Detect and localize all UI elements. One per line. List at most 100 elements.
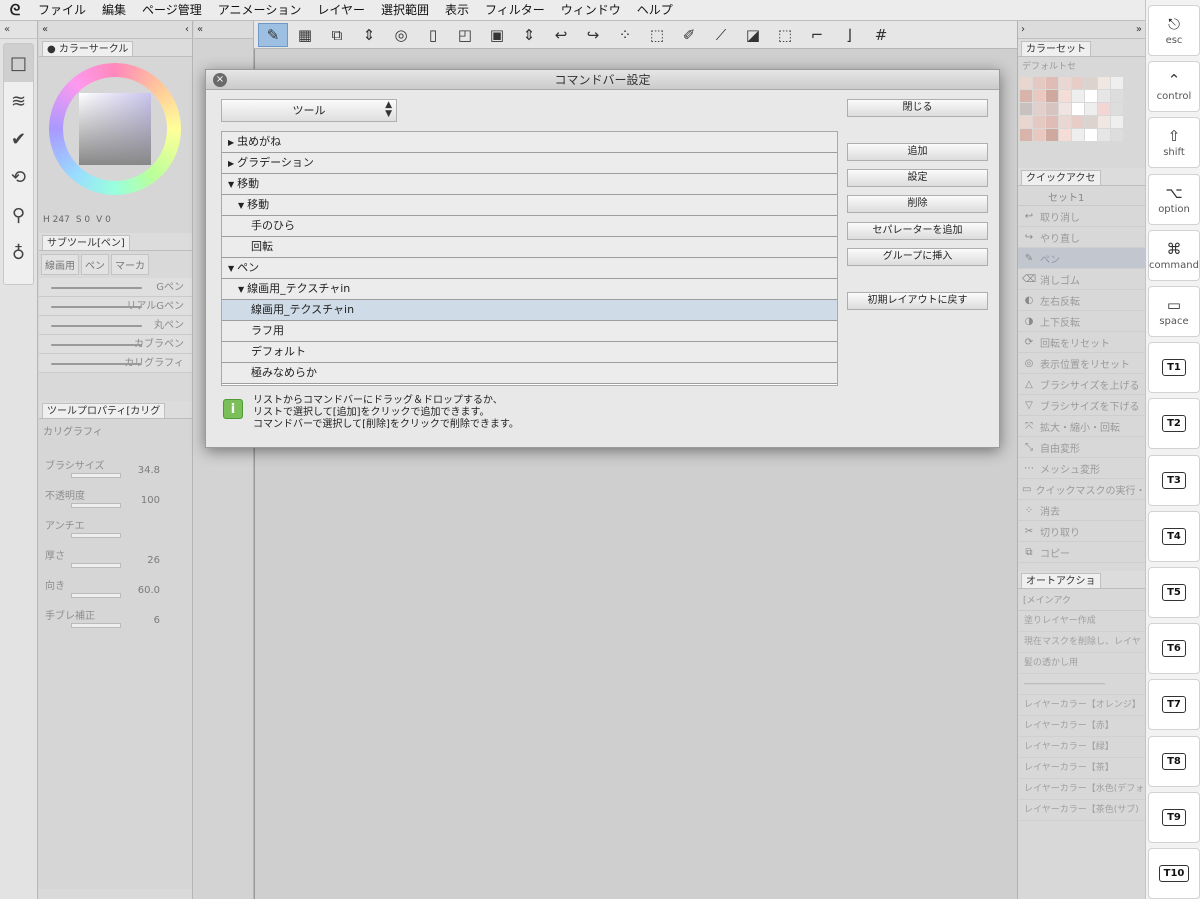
- expanded-arrow-icon[interactable]: ▼: [228, 180, 234, 189]
- color-swatch[interactable]: [1033, 129, 1045, 141]
- arrow-left-icon[interactable]: ‹: [185, 24, 189, 35]
- brush-item[interactable]: 丸ペン: [39, 316, 192, 335]
- collapsed-arrow-icon[interactable]: ▶: [228, 138, 234, 147]
- color-swatch[interactable]: [1111, 77, 1123, 89]
- expand-right-icon[interactable]: »: [1136, 24, 1142, 35]
- auto-action-set[interactable]: [メインアク: [1018, 589, 1145, 611]
- command-icon[interactable]: ▣: [482, 23, 512, 47]
- add-button[interactable]: 追加: [847, 143, 988, 161]
- auto-action-item[interactable]: 髪の透かし用: [1018, 653, 1145, 674]
- command-icon[interactable]: ⌐: [802, 23, 832, 47]
- property-row[interactable]: 不透明度 100: [39, 485, 192, 515]
- color-swatch[interactable]: [1033, 77, 1045, 89]
- color-swatch[interactable]: [1072, 116, 1084, 128]
- quick-access-item[interactable]: ◑ 上下反転: [1018, 311, 1145, 332]
- color-swatch[interactable]: [1085, 129, 1097, 141]
- auto-action-item[interactable]: レイヤーカラー【茶】: [1018, 758, 1145, 779]
- command-icon[interactable]: ⇕: [514, 23, 544, 47]
- key-t2[interactable]: T2: [1148, 398, 1200, 450]
- color-set-preset[interactable]: デフォルトセ: [1018, 57, 1145, 74]
- menu-item[interactable]: 選択範囲: [373, 0, 437, 21]
- color-swatch[interactable]: [1072, 103, 1084, 115]
- tree-row[interactable]: 極みなめらか: [222, 363, 837, 384]
- quick-access-item[interactable]: △ ブラシサイズを上げる: [1018, 374, 1145, 395]
- key-control[interactable]: ⌃ control: [1148, 61, 1200, 113]
- color-swatch[interactable]: [1111, 103, 1123, 115]
- command-icon[interactable]: ✐: [674, 23, 704, 47]
- tree-row[interactable]: ▼ 線画用_テクスチャin: [222, 279, 837, 300]
- tree-row[interactable]: ▼ 移動: [222, 195, 837, 216]
- color-swatch[interactable]: [1085, 103, 1097, 115]
- quick-access-set[interactable]: セット1: [1018, 186, 1145, 206]
- color-swatch[interactable]: [1085, 90, 1097, 102]
- property-slider[interactable]: [71, 533, 121, 538]
- quick-access-item[interactable]: ⤡ 自由変形: [1018, 437, 1145, 458]
- color-swatch[interactable]: [1059, 77, 1071, 89]
- brush-item[interactable]: カリグラフィ: [39, 354, 192, 373]
- color-swatch[interactable]: [1098, 77, 1110, 89]
- brush-item[interactable]: Gペン: [39, 278, 192, 297]
- tree-row[interactable]: ラフ用: [222, 321, 837, 342]
- color-swatch[interactable]: [1072, 77, 1084, 89]
- tab-subtool[interactable]: サブツール[ペン]: [42, 234, 130, 250]
- reset-layout-button[interactable]: 初期レイアウトに戻す: [847, 292, 988, 310]
- brush-item[interactable]: カブラペン: [39, 335, 192, 354]
- color-swatch[interactable]: [1020, 129, 1032, 141]
- sv-square[interactable]: [79, 93, 151, 165]
- command-icon[interactable]: #: [866, 23, 896, 47]
- close-button[interactable]: 閉じる: [847, 99, 988, 117]
- expanded-arrow-icon[interactable]: ▼: [238, 201, 244, 210]
- color-swatch[interactable]: [1111, 116, 1123, 128]
- collapse-icon[interactable]: «: [4, 24, 10, 35]
- property-slider[interactable]: [71, 503, 121, 508]
- close-icon[interactable]: ×: [213, 73, 227, 87]
- quick-access-item[interactable]: ↩ 取り消し: [1018, 206, 1145, 227]
- auto-action-item[interactable]: レイヤーカラー【茶色(サブ): [1018, 800, 1145, 821]
- tool-button-icon[interactable]: ♁: [4, 234, 33, 272]
- key-t7[interactable]: T7: [1148, 679, 1200, 731]
- property-row[interactable]: ブラシサイズ 34.8: [39, 455, 192, 485]
- tab-color-set[interactable]: カラーセット: [1021, 40, 1091, 56]
- quick-access-item[interactable]: ⟳ 回転をリセット: [1018, 332, 1145, 353]
- tree-row[interactable]: 回転: [222, 237, 837, 258]
- quick-access-item[interactable]: ⌫ 消しゴム: [1018, 269, 1145, 290]
- insert-group-button[interactable]: グループに挿入: [847, 248, 988, 266]
- key-t1[interactable]: T1: [1148, 342, 1200, 394]
- expanded-arrow-icon[interactable]: ▼: [238, 285, 244, 294]
- auto-action-item[interactable]: ―――――――――: [1018, 674, 1145, 695]
- color-swatch[interactable]: [1033, 116, 1045, 128]
- auto-action-item[interactable]: 塗りレイヤー作成: [1018, 611, 1145, 632]
- property-row[interactable]: 厚さ 26: [39, 545, 192, 575]
- color-circle[interactable]: H 247 S 0 V 0: [39, 57, 192, 233]
- color-swatch[interactable]: [1098, 103, 1110, 115]
- color-swatch[interactable]: [1033, 90, 1045, 102]
- quick-access-item[interactable]: ⤧ 拡大・縮小・回転: [1018, 416, 1145, 437]
- color-swatch[interactable]: [1085, 116, 1097, 128]
- property-row[interactable]: 向き 60.0: [39, 575, 192, 605]
- color-swatch[interactable]: [1059, 129, 1071, 141]
- command-icon[interactable]: ⇕: [354, 23, 384, 47]
- brush-item[interactable]: リアルGペン: [39, 297, 192, 316]
- subtool-tab[interactable]: 線画用: [41, 254, 79, 275]
- add-separator-button[interactable]: セパレーターを追加: [847, 222, 988, 240]
- tool-button-icon[interactable]: □: [4, 44, 33, 82]
- quick-access-item[interactable]: ⧉ コピー: [1018, 542, 1145, 563]
- command-icon[interactable]: ✎: [258, 22, 288, 47]
- key-t3[interactable]: T3: [1148, 454, 1200, 506]
- command-icon[interactable]: ⌋: [834, 23, 864, 47]
- command-icon[interactable]: ◪: [738, 23, 768, 47]
- color-swatch[interactable]: [1059, 90, 1071, 102]
- tree-row[interactable]: ▼ 移動: [222, 174, 837, 195]
- menu-item[interactable]: ヘルプ: [629, 0, 681, 21]
- key-esc[interactable]: ⎋ esc: [1148, 5, 1200, 56]
- tool-button-icon[interactable]: ✔: [4, 120, 33, 158]
- command-icon[interactable]: ▦: [290, 23, 320, 47]
- color-swatch[interactable]: [1020, 103, 1032, 115]
- menu-item[interactable]: 編集: [94, 0, 134, 21]
- tool-button-icon[interactable]: ≋: [4, 82, 33, 120]
- color-swatch[interactable]: [1072, 90, 1084, 102]
- color-swatch[interactable]: [1072, 129, 1084, 141]
- property-row[interactable]: 手ブレ補正 6: [39, 605, 192, 635]
- color-swatch[interactable]: [1111, 129, 1123, 141]
- property-row[interactable]: アンチエ: [39, 515, 192, 545]
